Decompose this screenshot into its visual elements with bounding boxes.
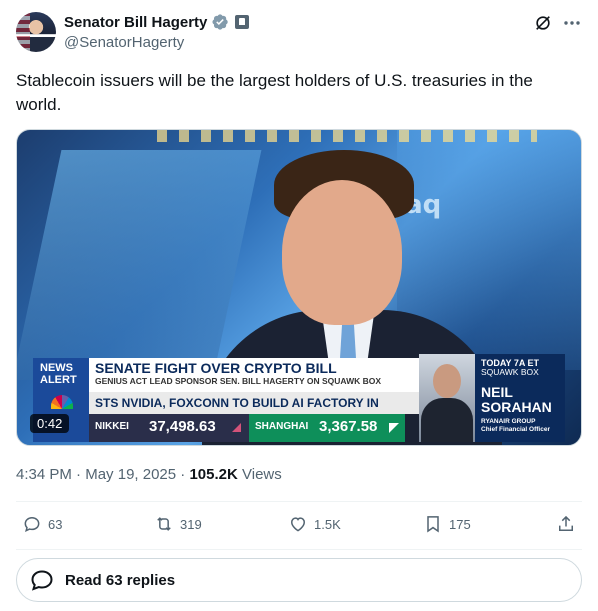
post-meta: 4:34 PM · May 19, 2025 · 105.2K Views bbox=[16, 466, 282, 483]
reply-button[interactable]: 63 bbox=[22, 514, 62, 534]
divider bbox=[16, 501, 582, 502]
repost-count: 319 bbox=[180, 516, 202, 532]
author-handle[interactable]: @SenatorHagerty bbox=[64, 34, 184, 51]
views-label: Views bbox=[237, 466, 282, 483]
bookmark-button[interactable]: 175 bbox=[423, 514, 471, 534]
government-badge-icon bbox=[235, 15, 250, 29]
like-button[interactable]: 1.5K bbox=[288, 514, 341, 534]
market-ticker: NIKKEI 37,498.63 SHANGHAI 3,367.58 bbox=[89, 414, 419, 442]
grok-icon[interactable] bbox=[534, 14, 552, 32]
news-headline: SENATE FIGHT OVER CRYPTO BILL bbox=[95, 360, 337, 376]
action-bar: 63 319 1.5K 175 bbox=[16, 514, 582, 538]
video-player[interactable]: sdaq NEWS ALERT SENATE FIGHT OVER CRYPTO… bbox=[16, 129, 582, 446]
post-time[interactable]: 4:34 PM bbox=[16, 466, 72, 483]
post-header: Senator Bill Hagerty @SenatorHagerty bbox=[16, 12, 582, 52]
news-headline-box: SENATE FIGHT OVER CRYPTO BILL GENIUS ACT… bbox=[89, 358, 419, 392]
author-name-row: Senator Bill Hagerty bbox=[64, 13, 250, 31]
bookmark-count: 175 bbox=[449, 516, 471, 532]
heart-icon bbox=[290, 517, 306, 532]
views-count: 105.2K bbox=[189, 466, 238, 483]
market-down-icon bbox=[232, 423, 241, 432]
more-options-icon[interactable] bbox=[562, 14, 582, 32]
author-name[interactable]: Senator Bill Hagerty bbox=[64, 14, 207, 31]
peacock-icon bbox=[51, 395, 73, 409]
reply-icon bbox=[24, 516, 40, 533]
author-avatar[interactable] bbox=[16, 12, 56, 52]
news-subheadline: GENIUS ACT LEAD SPONSOR SEN. BILL HAGERT… bbox=[95, 376, 382, 386]
post-date[interactable]: May 19, 2025 bbox=[85, 466, 176, 483]
verified-badge-icon bbox=[212, 14, 229, 30]
news-ticker: STS NVIDIA, FOXCONN TO BUILD AI FACTORY … bbox=[89, 392, 419, 414]
news-lower-third: NEWS ALERT SENATE FIGHT OVER CRYPTO BILL… bbox=[33, 354, 567, 442]
divider bbox=[16, 549, 582, 550]
news-alert-tag: NEWS ALERT bbox=[33, 358, 89, 392]
guest-thumbnail bbox=[419, 354, 475, 442]
studio-lights bbox=[157, 130, 537, 142]
reply-count: 63 bbox=[48, 516, 63, 532]
market-nikkei: NIKKEI 37,498.63 bbox=[89, 414, 249, 442]
like-count: 1.5K bbox=[314, 516, 341, 532]
guest-info: TODAY 7A ET SQUAWK BOX NEIL SORAHAN RYAN… bbox=[475, 354, 565, 442]
bookmark-icon bbox=[427, 516, 439, 533]
share-icon bbox=[559, 515, 573, 531]
market-shanghai: SHANGHAI 3,367.58 bbox=[249, 414, 405, 442]
read-replies-label: Read 63 replies bbox=[65, 571, 176, 589]
repost-button[interactable]: 319 bbox=[154, 514, 202, 534]
reply-bubble-icon bbox=[31, 570, 53, 591]
post-text: Stablecoin issuers will be the largest h… bbox=[16, 71, 533, 114]
repost-icon bbox=[157, 517, 171, 531]
market-down-icon bbox=[389, 423, 399, 433]
share-button[interactable] bbox=[556, 514, 576, 534]
video-duration: 0:42 bbox=[30, 414, 70, 433]
read-replies-button[interactable]: Read 63 replies bbox=[16, 558, 582, 602]
